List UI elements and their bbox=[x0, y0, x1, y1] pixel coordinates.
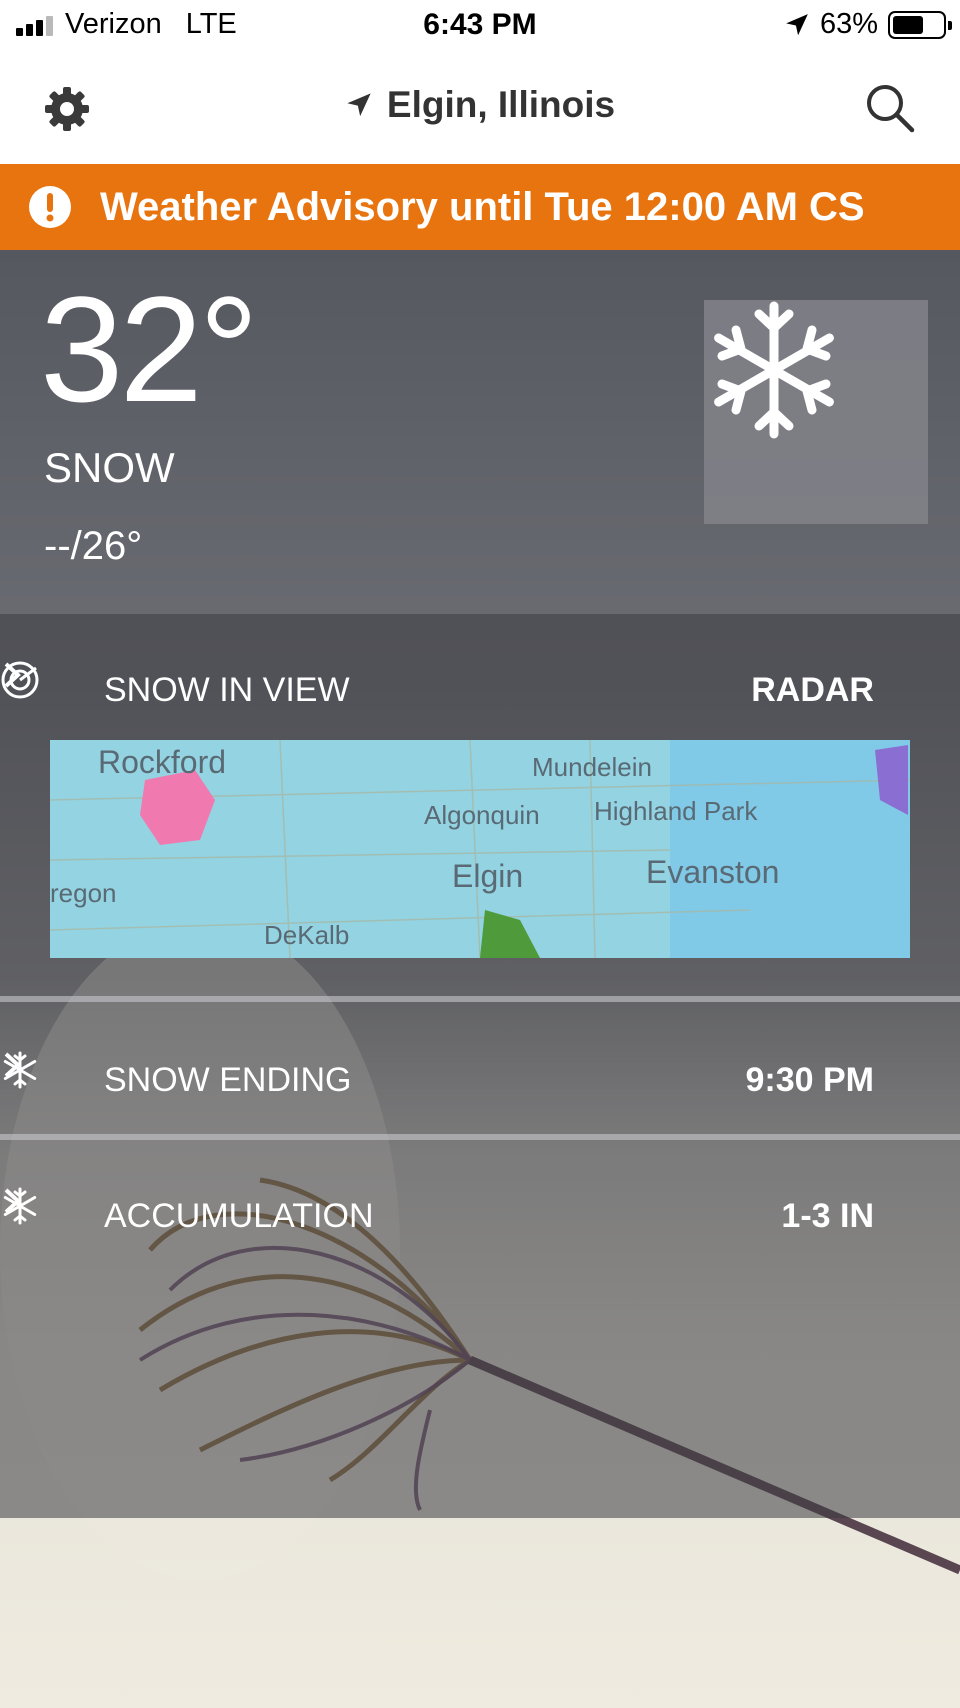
map-label-dekalb: DeKalb bbox=[264, 920, 350, 950]
map-label-elgin: Elgin bbox=[452, 858, 524, 894]
accumulation-label: ACCUMULATION bbox=[104, 1196, 374, 1235]
chevron-right-icon bbox=[4, 1052, 21, 1078]
current-conditions: 32° SNOW --/26° bbox=[0, 250, 960, 614]
snow-ending-row[interactable]: SNOW ENDING 9:30 PM bbox=[0, 1050, 960, 1110]
divider bbox=[0, 996, 960, 1002]
map-label-mundelein: Mundelein bbox=[532, 752, 652, 782]
snow-ending-value: 9:30 PM bbox=[745, 1060, 875, 1099]
snow-ending-label: SNOW ENDING bbox=[104, 1060, 352, 1099]
radar-map[interactable]: Rockford Mundelein Algonquin Highland Pa… bbox=[50, 740, 910, 958]
alert-text: Weather Advisory until Tue 12:00 AM CS bbox=[100, 184, 865, 229]
snow-in-view-row[interactable]: SNOW IN VIEW RADAR bbox=[0, 660, 960, 720]
map-label-rockford: Rockford bbox=[98, 744, 227, 780]
search-icon[interactable] bbox=[864, 82, 916, 134]
high-low-temperature: --/26° bbox=[44, 524, 143, 568]
battery-icon bbox=[888, 10, 952, 39]
chevron-right-icon bbox=[4, 662, 21, 688]
map-label-evanston: Evanston bbox=[646, 854, 780, 890]
chevron-right-icon bbox=[4, 1188, 21, 1214]
status-bar: Verizon LTE 6:43 PM 63% bbox=[0, 0, 960, 54]
location-services-icon bbox=[786, 13, 808, 35]
location-name: Elgin, Illinois bbox=[386, 84, 616, 125]
current-condition: SNOW bbox=[44, 444, 175, 491]
map-label-oregon: regon bbox=[50, 878, 117, 908]
map-label-highland-park: Highland Park bbox=[594, 796, 758, 826]
current-temperature: 32° bbox=[40, 265, 259, 433]
battery-level-fill bbox=[893, 15, 924, 34]
battery-percent: 63% bbox=[819, 8, 878, 40]
location-title[interactable]: Elgin, Illinois bbox=[0, 84, 960, 126]
location-arrow-icon bbox=[347, 93, 371, 117]
status-right: 63% bbox=[784, 8, 952, 41]
accumulation-row[interactable]: ACCUMULATION 1-3 IN bbox=[0, 1186, 960, 1246]
condition-icon-tile bbox=[704, 300, 928, 524]
alert-exclamation-icon bbox=[29, 186, 71, 228]
background-photo-area: 32° SNOW --/26° SNOW IN VIEW RADAR Rockf… bbox=[0, 250, 960, 1708]
divider bbox=[0, 1134, 960, 1140]
snow-in-view-label: SNOW IN VIEW bbox=[104, 670, 350, 709]
weather-alert-banner[interactable]: Weather Advisory until Tue 12:00 AM CS bbox=[0, 164, 960, 250]
map-label-algonquin: Algonquin bbox=[424, 800, 540, 830]
snowflake-icon bbox=[714, 301, 834, 439]
header: Elgin, Illinois bbox=[0, 54, 960, 164]
accumulation-value: 1-3 IN bbox=[781, 1196, 874, 1235]
radar-link[interactable]: RADAR bbox=[751, 671, 874, 710]
